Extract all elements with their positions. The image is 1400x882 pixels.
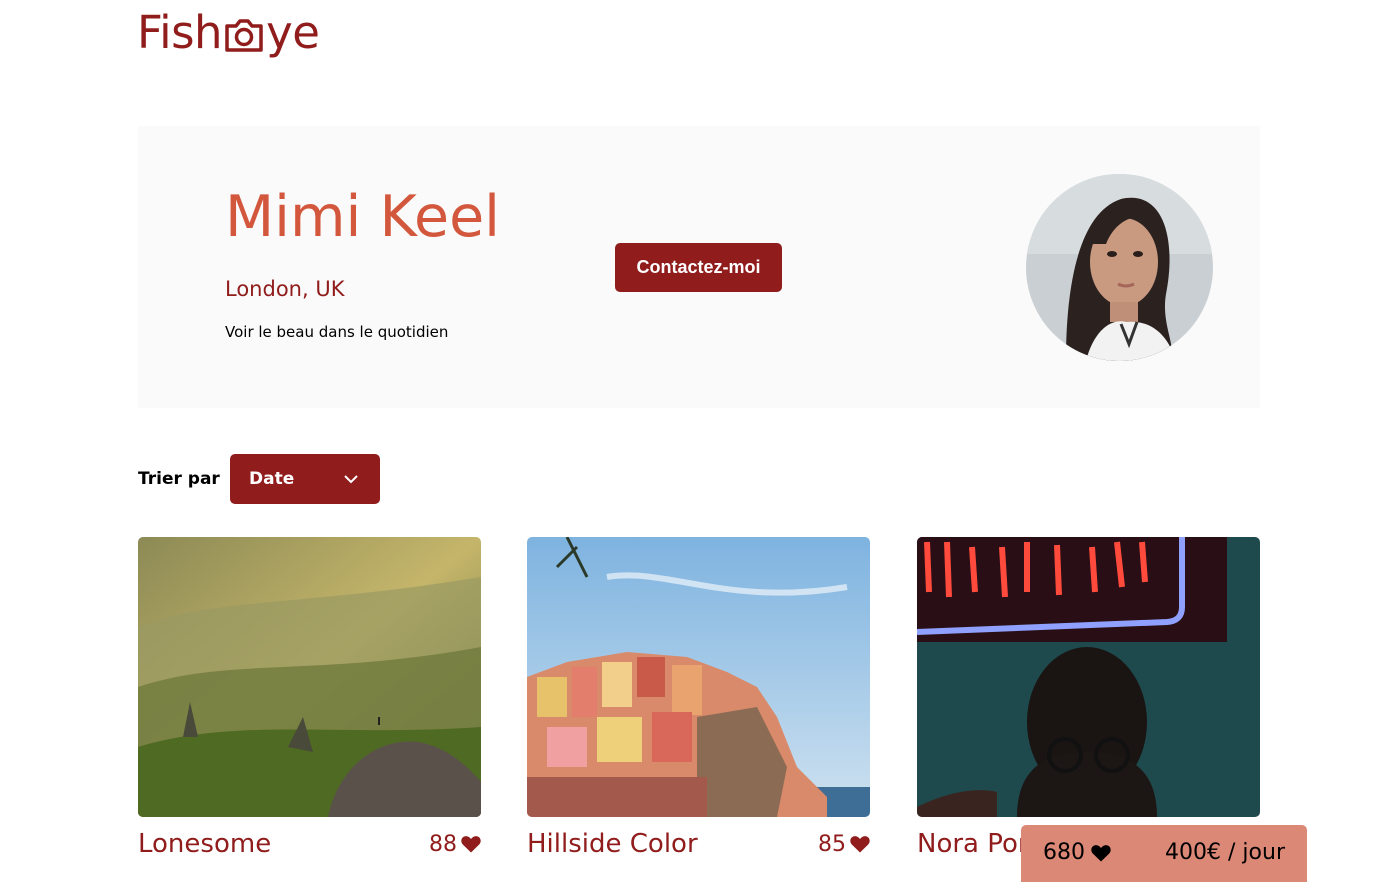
sort-label: Trier par	[138, 469, 220, 489]
chevron-down-icon	[344, 474, 358, 483]
heart-icon	[1091, 844, 1111, 861]
photographer-name: Mimi Keel	[225, 184, 501, 250]
heart-icon[interactable]	[850, 835, 870, 853]
camera-icon	[225, 19, 263, 52]
media-image-lonesome[interactable]	[138, 537, 481, 817]
media-likes-count: 85	[818, 831, 846, 857]
media-likes-count: 88	[429, 831, 457, 857]
photographer-tagline: Voir le beau dans le quotidien	[225, 323, 449, 341]
total-likes-count: 680	[1043, 840, 1085, 865]
media-image-nora-portrait[interactable]	[917, 537, 1260, 817]
daily-price: 400€ / jour	[1165, 840, 1285, 865]
photographer-header: Mimi Keel London, UK Voir le beau dans l…	[138, 126, 1260, 408]
media-title: Hillside Color	[527, 829, 698, 859]
media-title: Lonesome	[138, 829, 272, 859]
media-info: Hillside Color 85	[527, 827, 870, 861]
media-likes[interactable]: 85	[818, 832, 870, 857]
logo-text-start: Fish	[137, 6, 223, 59]
likes-price-bar: 680 400€ / jour	[1021, 825, 1307, 882]
photographer-avatar	[1026, 174, 1213, 361]
total-likes: 680	[1043, 840, 1111, 865]
media-card: Nora Portrait	[917, 537, 1260, 861]
photographer-location: London, UK	[225, 277, 345, 301]
photographer-page: Fish ye Mimi Keel London, UK Voir le bea…	[0, 0, 1400, 882]
contact-button[interactable]: Contactez-moi	[615, 243, 782, 292]
fisheye-logo[interactable]: Fish ye	[137, 6, 320, 59]
media-likes[interactable]: 88	[429, 832, 481, 857]
sort-selected-value: Date	[249, 469, 295, 489]
heart-icon[interactable]	[461, 835, 481, 853]
media-card: Hillside Color 85	[527, 537, 870, 861]
sort-select[interactable]: Date	[230, 454, 380, 504]
logo-text-end: ye	[266, 6, 320, 59]
media-image-hillside-color[interactable]	[527, 537, 870, 817]
media-info: Lonesome 88	[138, 827, 481, 861]
media-card: Lonesome 88	[138, 537, 481, 861]
